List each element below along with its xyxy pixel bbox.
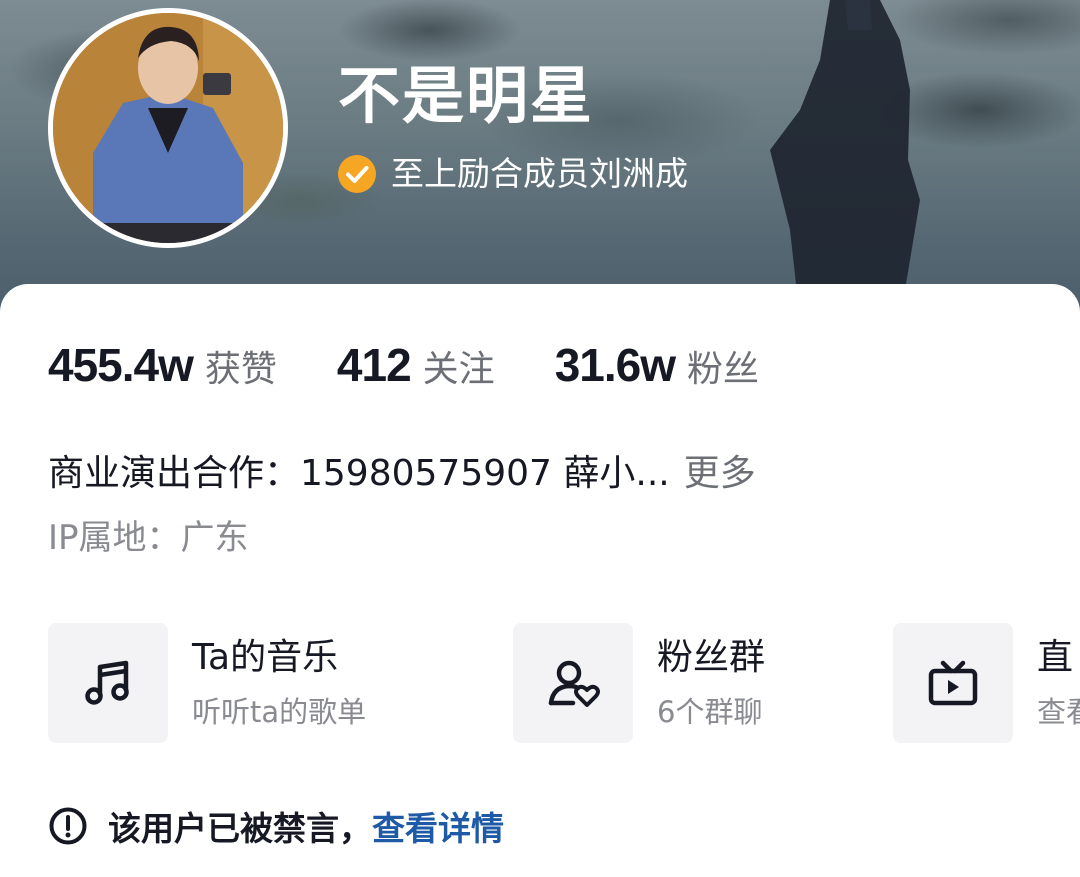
stat-likes-label: 获赞 — [204, 349, 277, 390]
feature-live[interactable]: 直 查看 — [893, 622, 1080, 744]
feature-fan-group[interactable]: 粉丝群 6个群聊 — [513, 622, 765, 744]
mute-notice: 该用户已被禁言， 查看详情 — [48, 804, 504, 848]
feature-music-title: Ta的音乐 — [192, 637, 339, 678]
avatar-photo — [53, 13, 283, 243]
feature-music-subtitle: 听听ta的歌单 — [192, 695, 367, 729]
stat-followers[interactable]: 31.6w 粉丝 — [555, 338, 759, 392]
verification-row: 至上励合成员刘洲成 — [337, 152, 688, 196]
stat-followers-value: 31.6w — [554, 339, 676, 391]
verified-badge-icon — [338, 155, 376, 193]
feature-cards: Ta的音乐 听听ta的歌单 粉丝群 6个群聊 直 查 — [0, 622, 1080, 744]
mute-notice-text: 该用户已被禁言， — [108, 809, 372, 848]
verification-text: 至上励合成员刘洲成 — [391, 154, 688, 193]
feature-fan-group-subtitle: 6个群聊 — [657, 695, 763, 729]
profile-nickname: 不是明星 — [338, 59, 595, 132]
profile-card: 455.4w 获赞 412 关注 31.6w 粉丝 商业演出合作：1598057… — [0, 284, 1080, 877]
bio-text: 商业演出合作：15980575907 薛小... 更多 — [48, 450, 756, 498]
music-note-icon — [85, 660, 129, 705]
exclamation-circle-icon — [49, 807, 87, 845]
stat-following-value: 412 — [336, 339, 412, 391]
feature-music[interactable]: Ta的音乐 听听ta的歌单 — [48, 622, 366, 744]
mute-details-link[interactable]: 查看详情 — [372, 802, 504, 850]
stat-following[interactable]: 412 关注 — [337, 338, 495, 392]
feature-live-subtitle: 查看 — [1037, 695, 1080, 729]
feature-live-icon-box — [893, 623, 1013, 743]
avatar[interactable] — [48, 8, 288, 248]
feature-live-title: 直 — [1037, 637, 1074, 678]
banner-figure-image — [770, 0, 920, 320]
stat-likes-value: 455.4w — [48, 339, 194, 391]
stat-following-label: 关注 — [422, 349, 495, 390]
stats-row: 455.4w 获赞 412 关注 31.6w 粉丝 — [48, 338, 819, 398]
stat-followers-label: 粉丝 — [687, 349, 760, 390]
feature-fan-group-icon-box — [513, 623, 633, 743]
feature-music-icon-box — [48, 623, 168, 743]
bio-more-link[interactable]: 更多 — [684, 453, 756, 494]
live-tv-icon — [928, 660, 978, 706]
ip-location: IP属地：广东 — [48, 518, 249, 558]
feature-fan-group-title: 粉丝群 — [657, 637, 766, 678]
stat-likes[interactable]: 455.4w 获赞 — [48, 338, 277, 392]
bio-content: 商业演出合作：15980575907 薛小... — [48, 453, 670, 494]
fan-group-icon — [548, 660, 600, 707]
